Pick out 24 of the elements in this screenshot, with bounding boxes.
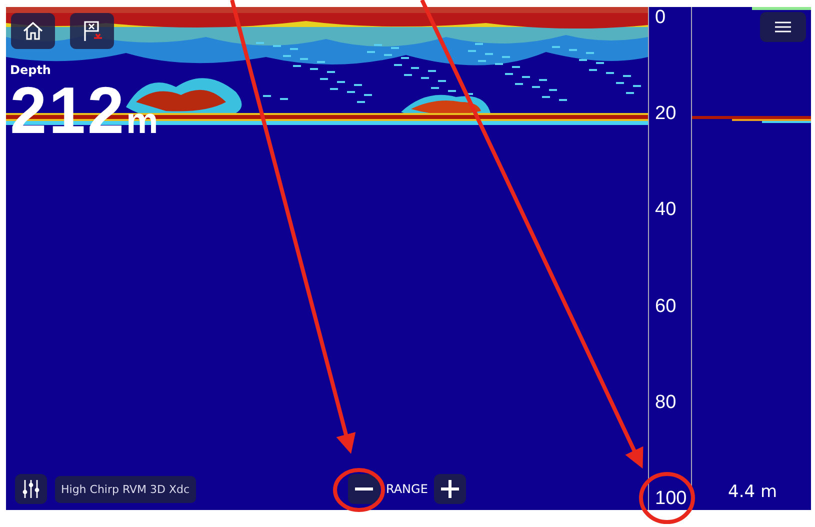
depth-scale-label: 60: [655, 296, 676, 318]
depth-scale-label: 40: [655, 199, 676, 222]
depth-scale-label: 80: [655, 392, 676, 414]
plus-icon: [440, 480, 459, 498]
range-label: RANGE: [386, 482, 428, 496]
waypoint-button[interactable]: [70, 13, 114, 49]
menu-icon: [775, 21, 791, 33]
menu-button[interactable]: [760, 12, 806, 42]
depth-scale-label: 100: [655, 488, 687, 510]
sliders-icon: [22, 479, 40, 499]
range-reading: 4.4 m: [728, 482, 777, 502]
annotation-circle: [333, 468, 385, 512]
depth-label: Depth: [10, 63, 52, 77]
home-button[interactable]: [11, 13, 55, 49]
depth-unit: m: [126, 100, 158, 142]
home-icon: [22, 21, 44, 41]
sonar-mode-label[interactable]: High Chirp RVM 3D Xdc: [55, 476, 196, 502]
settings-button[interactable]: [15, 474, 47, 504]
depth-scale-label: 0: [655, 7, 666, 29]
annotation-circle: [639, 472, 695, 524]
range-decrease-button[interactable]: [348, 474, 380, 504]
depth-scale-label: 20: [655, 103, 676, 126]
minus-icon: [355, 487, 373, 491]
range-increase-button[interactable]: [434, 474, 466, 504]
